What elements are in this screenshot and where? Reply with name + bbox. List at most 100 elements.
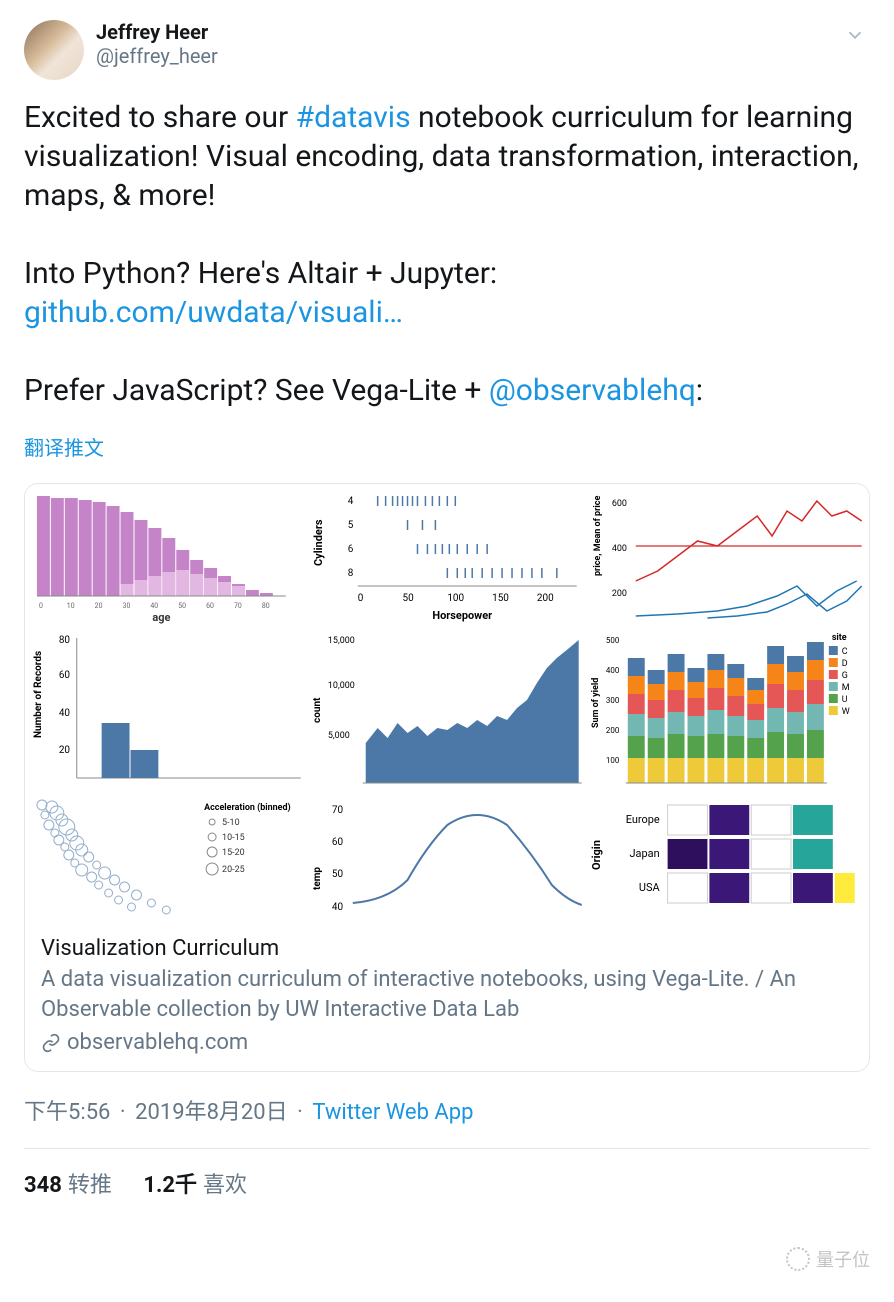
svg-text:10-15: 10-15 — [222, 833, 245, 843]
card-domain-text: observablehq.com — [67, 1030, 248, 1055]
svg-text:count: count — [312, 697, 323, 723]
meta-separator: · — [297, 1100, 303, 1125]
svg-text:20-25: 20-25 — [222, 865, 245, 875]
tweet-date[interactable]: 2019年8月20日 — [135, 1100, 288, 1125]
chart-temp-line: temp 70605040 — [308, 795, 587, 920]
svg-text:U: U — [842, 695, 848, 705]
svg-text:20: 20 — [59, 745, 71, 756]
url-link[interactable]: github.com/uwdata/visuali… — [24, 295, 403, 330]
svg-text:200: 200 — [537, 593, 554, 604]
chart-age-hist: age 01020304050607080 — [27, 486, 306, 626]
mention-link[interactable]: @observablehq — [489, 373, 696, 408]
svg-text:10,000: 10,000 — [328, 681, 355, 691]
svg-text:Europe: Europe — [626, 813, 660, 826]
likes-stat[interactable]: 1.2千喜欢 — [143, 1173, 247, 1198]
author-names[interactable]: Jeffrey Heer @jeffrey_heer — [96, 20, 828, 68]
svg-text:100: 100 — [447, 593, 464, 604]
svg-text:100: 100 — [606, 756, 620, 765]
svg-text:400: 400 — [612, 544, 627, 554]
tweet-time[interactable]: 下午5:56 — [24, 1100, 110, 1125]
svg-text:4: 4 — [347, 496, 353, 507]
svg-text:60: 60 — [332, 837, 344, 848]
svg-text:age: age — [152, 611, 170, 624]
body-text: Excited to share our — [24, 100, 296, 135]
link-card[interactable]: age 0 10 20 30 40 50 60 70 80 Cylinders 4 5 6 8 — [24, 483, 870, 1072]
source-app-link[interactable]: Twitter Web App — [312, 1100, 473, 1125]
body-text: Prefer JavaScript? See Vega-Lite + — [24, 373, 489, 408]
chart-accel-scatter: Acceleration (binned) 5-10 10-15 15-20 2… — [27, 795, 306, 920]
tweet-header: Jeffrey Heer @jeffrey_heer — [24, 20, 870, 80]
svg-text:Japan: Japan — [630, 847, 660, 860]
svg-text:40: 40 — [59, 708, 71, 719]
chart-yield-stacked: Sum of yield 500400300200100 site C D G … — [588, 628, 867, 793]
hashtag-link[interactable]: #datavis — [296, 100, 411, 135]
svg-text:10: 10 — [67, 602, 75, 610]
more-caret[interactable] — [840, 20, 870, 50]
svg-text:W: W — [842, 707, 850, 717]
svg-text:temp: temp — [312, 867, 323, 890]
svg-text:200: 200 — [606, 726, 620, 735]
svg-text:80: 80 — [262, 602, 270, 610]
svg-text:500: 500 — [606, 636, 620, 645]
chart-price-line: price, Mean of price 600 400 200 — [588, 486, 867, 626]
svg-text:400: 400 — [606, 666, 620, 675]
watermark-text: 量子位 — [816, 1246, 870, 1272]
svg-text:50: 50 — [402, 593, 414, 604]
svg-text:Acceleration (binned): Acceleration (binned) — [204, 802, 291, 813]
card-image: age 0 10 20 30 40 50 60 70 80 Cylinders 4 5 6 8 — [25, 484, 869, 922]
svg-text:8: 8 — [347, 568, 353, 579]
watermark: 量子位 — [786, 1246, 870, 1272]
card-body: Visualization Curriculum A data visualiz… — [25, 922, 869, 1071]
avatar[interactable] — [24, 20, 84, 80]
svg-text:Horsepower: Horsepower — [432, 609, 492, 622]
translate-link[interactable]: 翻译推文 — [24, 432, 870, 461]
tweet-stats: 348转推 1.2千喜欢 — [24, 1167, 870, 1199]
retweets-stat[interactable]: 348转推 — [24, 1173, 112, 1198]
display-name: Jeffrey Heer — [96, 20, 828, 44]
meta-separator: · — [120, 1100, 126, 1125]
svg-text:5-10: 5-10 — [222, 818, 240, 828]
svg-text:0: 0 — [39, 602, 43, 610]
svg-text:Cylinders: Cylinders — [312, 519, 325, 566]
svg-text:5,000: 5,000 — [328, 731, 350, 741]
svg-text:15-20: 15-20 — [222, 848, 245, 858]
link-icon — [41, 1033, 61, 1053]
chart-count-area: count 15,000 10,000 5,000 — [308, 628, 587, 793]
svg-text:15,000: 15,000 — [328, 636, 355, 646]
svg-text:C: C — [842, 647, 848, 657]
card-title: Visualization Curriculum — [41, 936, 853, 961]
svg-text:20: 20 — [95, 602, 103, 610]
tweet-container: Jeffrey Heer @jeffrey_heer Excited to sh… — [0, 0, 894, 1219]
retweets-label: 转推 — [68, 1173, 112, 1198]
card-description: A data visualization curriculum of inter… — [41, 965, 853, 1024]
svg-text:5: 5 — [347, 520, 353, 531]
svg-text:50: 50 — [178, 602, 186, 610]
tweet-meta: 下午5:56 · 2019年8月20日 · Twitter Web App — [24, 1094, 870, 1126]
chart-cylinders-strip: Cylinders 4568 050100150200 Horsepower — [308, 486, 587, 626]
chevron-down-icon — [844, 24, 866, 46]
svg-text:site: site — [832, 633, 847, 643]
svg-text:6: 6 — [347, 544, 353, 555]
svg-text:D: D — [842, 659, 848, 669]
wechat-icon — [786, 1247, 810, 1271]
svg-text:G: G — [842, 671, 848, 681]
card-domain: observablehq.com — [41, 1030, 853, 1055]
svg-text:80: 80 — [59, 635, 71, 646]
svg-text:USA: USA — [639, 881, 661, 894]
divider — [24, 1148, 870, 1149]
svg-text:Number of Records: Number of Records — [33, 651, 44, 738]
svg-text:200: 200 — [612, 589, 627, 599]
svg-text:0: 0 — [357, 593, 363, 604]
svg-text:30: 30 — [123, 602, 131, 610]
likes-label: 喜欢 — [203, 1173, 247, 1198]
svg-text:price, Mean of price: price, Mean of price — [593, 496, 603, 576]
retweets-count: 348 — [24, 1173, 62, 1198]
chart-records-hist: Number of Records 80 60 40 20 — [27, 628, 306, 793]
svg-text:70: 70 — [332, 805, 344, 816]
svg-text:M: M — [842, 683, 850, 693]
svg-text:50: 50 — [332, 869, 344, 880]
svg-text:600: 600 — [612, 499, 627, 509]
tweet-body: Excited to share our #datavis notebook c… — [24, 98, 870, 410]
svg-text:60: 60 — [59, 670, 71, 681]
likes-count: 1.2千 — [143, 1173, 197, 1198]
